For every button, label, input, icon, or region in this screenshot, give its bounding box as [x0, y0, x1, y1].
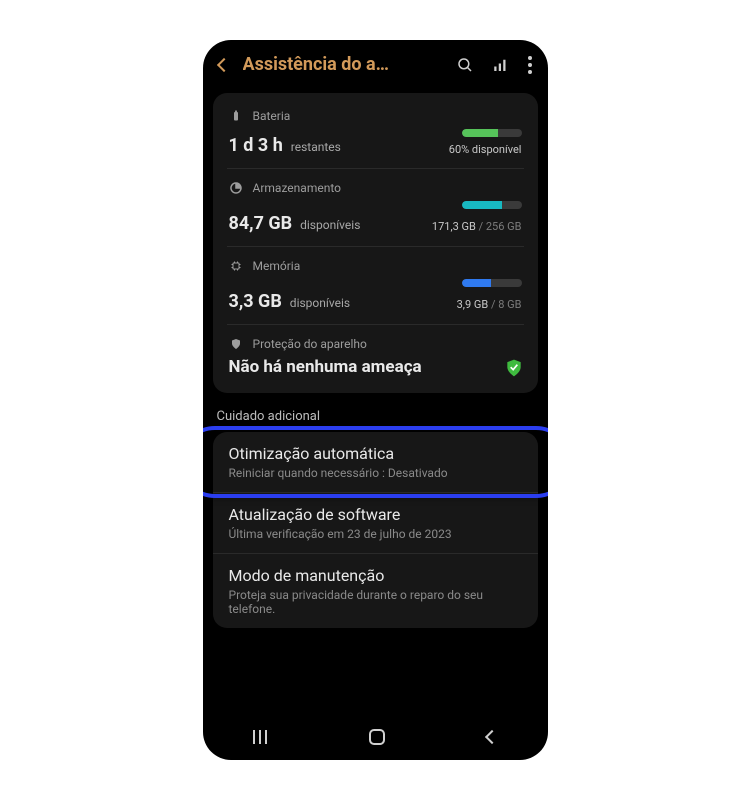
memory-icon [229, 259, 243, 273]
storage-used: 171,3 GB [432, 220, 476, 233]
memory-label: Memória [253, 259, 301, 273]
auto-optimization-subtitle: Reiniciar quando necessário : Desativado [229, 466, 522, 480]
header-actions [456, 56, 532, 74]
protection-status: Não há nenhuma ameaça [229, 357, 422, 377]
battery-bar [462, 129, 522, 137]
additional-care-card: Otimização automática Reiniciar quando n… [213, 432, 538, 628]
app-header: Assistência do a… [203, 40, 548, 85]
storage-total: / 256 GB [476, 220, 522, 233]
protection-label: Proteção do aparelho [253, 337, 367, 351]
battery-suffix: restantes [291, 140, 341, 154]
storage-bar [462, 201, 522, 209]
nav-recents-icon[interactable] [253, 730, 267, 744]
storage-row[interactable]: Armazenamento 84,7 GB disponíveis 171,3 … [227, 168, 524, 246]
memory-value: 3,3 GB [229, 291, 282, 312]
maintenance-mode-item[interactable]: Modo de manutenção Proteja sua privacida… [213, 553, 538, 628]
system-navbar [203, 714, 548, 760]
battery-value: 1 d 3 h [229, 135, 283, 156]
battery-label: Bateria [253, 109, 291, 123]
software-update-title: Atualização de software [229, 505, 522, 524]
protection-row[interactable]: Proteção do aparelho Não há nenhuma amea… [227, 324, 524, 389]
storage-suffix: disponíveis [300, 218, 360, 232]
maintenance-mode-subtitle: Proteja sua privacidade durante o reparo… [229, 588, 522, 616]
memory-row[interactable]: Memória 3,3 GB disponíveis 3,9 GB / 8 GB [227, 246, 524, 324]
memory-bar [462, 279, 522, 287]
search-icon[interactable] [456, 56, 474, 74]
battery-percent: 60% disponível [449, 143, 522, 156]
signal-bars-icon[interactable] [492, 56, 510, 74]
page-title: Assistência do a… [243, 54, 442, 75]
auto-optimization-item[interactable]: Otimização automática Reiniciar quando n… [213, 432, 538, 492]
memory-bar-fill [462, 279, 491, 287]
status-card: Bateria 1 d 3 h restantes 60% disponível [213, 93, 538, 393]
storage-value: 84,7 GB [229, 213, 293, 234]
memory-used: 3,9 GB [457, 298, 489, 311]
storage-bar-fill [462, 201, 502, 209]
storage-icon [229, 181, 243, 195]
maintenance-mode-title: Modo de manutenção [229, 566, 522, 585]
memory-suffix: disponíveis [290, 296, 350, 310]
memory-total: / 8 GB [488, 298, 521, 311]
auto-optimization-title: Otimização automática [229, 444, 522, 463]
nav-home-icon[interactable] [369, 729, 385, 745]
software-update-subtitle: Última verificação em 23 de julho de 202… [229, 527, 522, 541]
section-header: Cuidado adicional [217, 409, 534, 424]
battery-row[interactable]: Bateria 1 d 3 h restantes 60% disponível [227, 97, 524, 168]
shield-check-icon [504, 358, 522, 376]
storage-label: Armazenamento [253, 181, 342, 195]
shield-icon [229, 337, 243, 351]
battery-icon [229, 109, 243, 123]
software-update-item[interactable]: Atualização de software Última verificaç… [213, 492, 538, 553]
nav-back-icon[interactable] [485, 730, 499, 744]
back-icon[interactable] [216, 57, 230, 71]
more-icon[interactable] [528, 56, 532, 74]
device-frame: Assistência do a… Bateria [203, 40, 548, 760]
content-area: Bateria 1 d 3 h restantes 60% disponível [203, 85, 548, 714]
battery-bar-fill [462, 129, 498, 137]
